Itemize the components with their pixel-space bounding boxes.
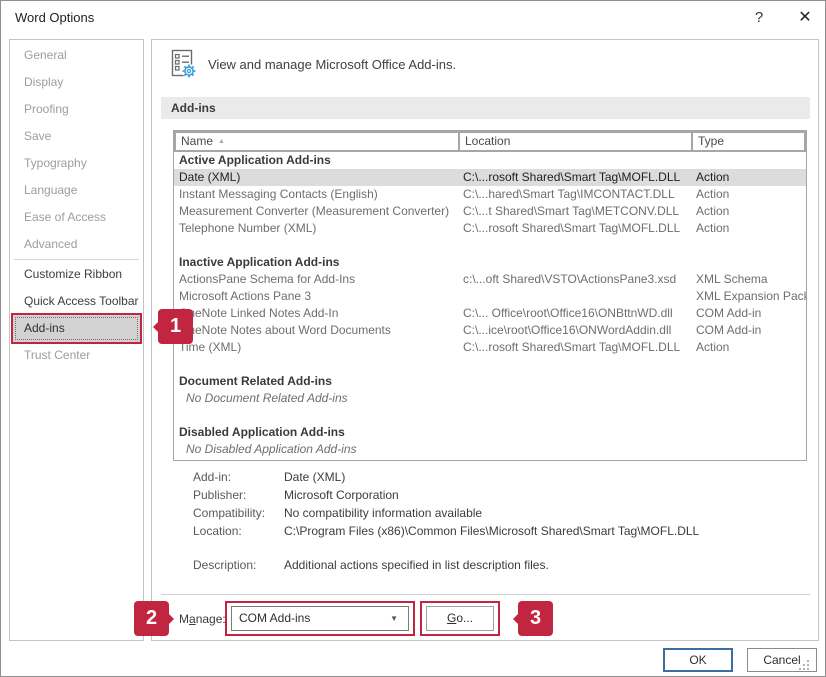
column-header-location[interactable]: Location [460,133,693,150]
table-row[interactable]: OneNote Notes about Word DocumentsC:\...… [174,322,806,339]
annotation-box-dropdown: COM Add-ins ▼ [225,601,415,636]
table-row[interactable]: ActionsPane Schema for Add-Insc:\...oft … [174,271,806,288]
column-label-location: Location [465,134,510,148]
detail-row: Compatibility:No compatibility informati… [193,504,699,522]
group-row: Document Related Add-ins [174,373,806,390]
detail-row: Add-in:Date (XML) [193,468,699,486]
main-panel: View and manage Microsoft Office Add-ins… [151,39,819,641]
help-icon[interactable]: ? [748,7,770,29]
page-description: View and manage Microsoft Office Add-ins… [208,57,628,72]
sidebar-item-advanced[interactable]: Advanced [13,231,140,258]
sidebar-item-ease-of-access[interactable]: Ease of Access [13,204,140,231]
sidebar-item-trust-center[interactable]: Trust Center [13,342,140,369]
ok-button[interactable]: OK [663,648,733,672]
table-row-selected[interactable]: Date (XML)C:\...rosoft Shared\Smart Tag\… [174,169,806,186]
annotation-badge-1: 1 [158,309,193,344]
column-label-name: Name [181,134,213,148]
addins-table: Name ▲ Location Type Active Application A… [173,130,807,461]
manage-dropdown-value: COM Add-ins [239,611,310,625]
sidebar-item-add-ins[interactable]: Add-ins [13,315,140,342]
group-row: Inactive Application Add-ins [174,254,806,271]
detail-row: Publisher:Microsoft Corporation [193,486,699,504]
dialog-title: Word Options [15,10,94,25]
close-icon[interactable]: ✕ [793,6,817,30]
table-row[interactable]: Microsoft Actions Pane 3XML Expansion Pa… [174,288,806,305]
table-row[interactable]: Measurement Converter (Measurement Conve… [174,203,806,220]
sidebar-item-general[interactable]: General [13,42,140,69]
annotation-box-go: Go... [420,601,500,636]
column-header-type[interactable]: Type [693,133,804,150]
sidebar-item-proofing[interactable]: Proofing [13,96,140,123]
chevron-down-icon: ▼ [390,607,398,630]
table-body: Active Application Add-ins Date (XML)C:\… [174,152,806,458]
sidebar-item-display[interactable]: Display [13,69,140,96]
empty-group-note: No Document Related Add-ins [174,390,806,407]
sidebar-item-language[interactable]: Language [13,177,140,204]
badge-arrow-left-icon [145,319,161,335]
table-row[interactable]: OneNote Linked Notes Add-InC:\... Office… [174,305,806,322]
sidebar-item-save[interactable]: Save [13,123,140,150]
group-row: Disabled Application Add-ins [174,424,806,441]
sort-ascending-icon: ▲ [218,138,225,145]
annotation-badge-2: 2 [134,601,169,636]
annotation-badge-3: 3 [518,601,553,636]
title-bar: Word Options ? ✕ [1,1,825,33]
manage-separator [161,594,810,595]
blank-row [174,407,806,424]
resize-grip[interactable] [799,660,811,672]
table-row[interactable]: Time (XML)C:\...rosoft Shared\Smart Tag\… [174,339,806,356]
sidebar-separator [14,259,139,260]
badge-arrow-left-icon [505,611,521,627]
manage-label: Manage: [179,612,226,626]
sidebar-item-customize-ribbon[interactable]: Customize Ribbon [13,261,140,288]
manage-dropdown[interactable]: COM Add-ins ▼ [231,606,409,631]
sidebar-item-quick-access-toolbar[interactable]: Quick Access Toolbar [13,288,140,315]
table-header: Name ▲ Location Type [174,131,806,152]
go-button[interactable]: Go... [426,606,494,631]
badge-arrow-right-icon [166,611,182,627]
column-label-type: Type [698,134,724,148]
detail-row: Description:Additional actions specified… [193,556,699,574]
sidebar-item-typography[interactable]: Typography [13,150,140,177]
word-options-dialog: Word Options ? ✕ General Display Proofin… [0,0,826,677]
addins-gear-icon [170,48,200,80]
group-row: Active Application Add-ins [174,152,806,169]
blank-row [174,356,806,373]
blank-row [174,237,806,254]
sidebar: General Display Proofing Save Typography… [9,39,144,641]
section-header: Add-ins [161,97,810,119]
column-header-name[interactable]: Name ▲ [176,133,460,150]
addin-details: Add-in:Date (XML) Publisher:Microsoft Co… [193,468,699,574]
detail-row: Location:C:\Program Files (x86)\Common F… [193,522,699,540]
table-row[interactable]: Instant Messaging Contacts (English)C:\.… [174,186,806,203]
table-row[interactable]: Telephone Number (XML)C:\...rosoft Share… [174,220,806,237]
empty-group-note: No Disabled Application Add-ins [174,441,806,458]
